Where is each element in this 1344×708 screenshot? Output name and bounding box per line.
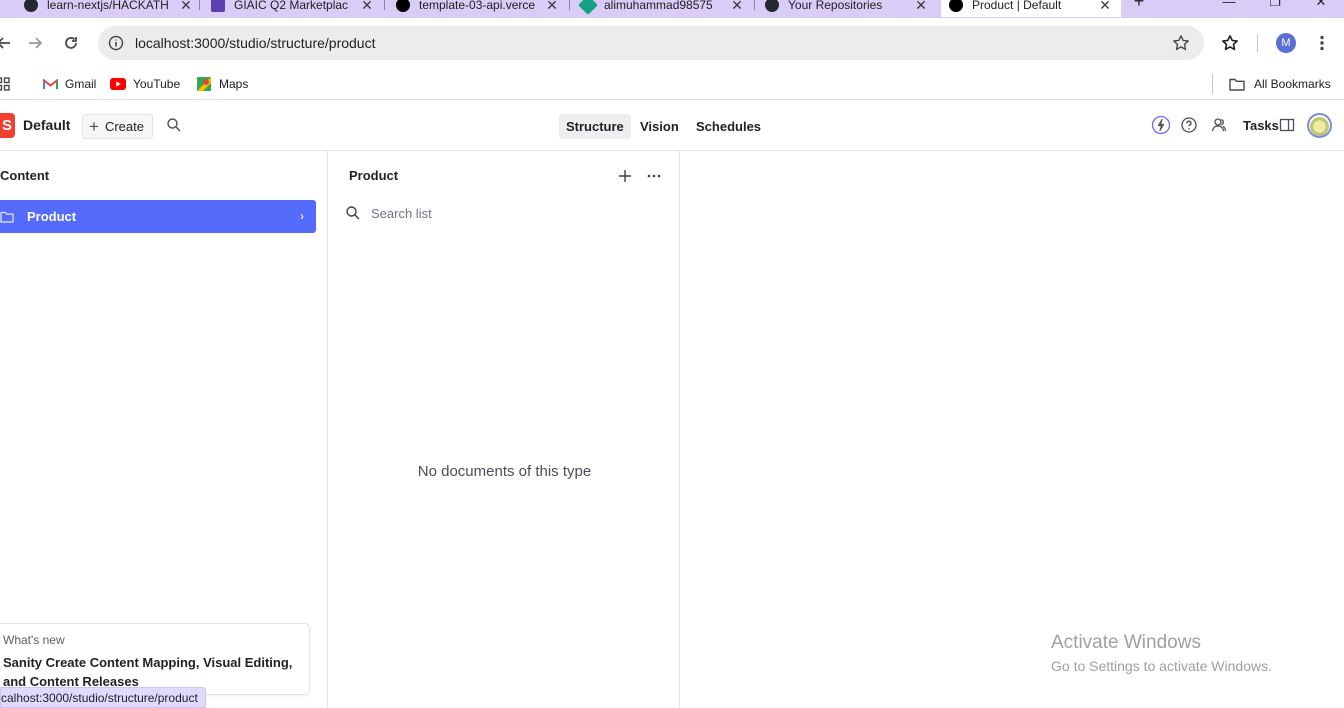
folder-icon <box>0 211 14 223</box>
tasks-button[interactable]: Tasks <box>1243 118 1279 133</box>
close-tab-icon[interactable]: ✕ <box>1097 0 1113 14</box>
content-item-label: Product <box>27 209 77 224</box>
ai-assist-icon[interactable] <box>1151 115 1171 135</box>
gmail-icon <box>42 77 58 91</box>
empty-state-message: No documents of this type <box>417 463 592 480</box>
browser-tab-active[interactable]: Product | Default ✕ <box>941 0 1121 17</box>
menu-kebab-icon[interactable] <box>1310 31 1334 55</box>
close-tab-icon[interactable]: ✕ <box>178 0 194 14</box>
forward-icon[interactable] <box>23 31 47 55</box>
maps-icon <box>196 77 212 91</box>
search-icon[interactable] <box>165 116 183 134</box>
browser-tab[interactable]: template-03-api.verce ✕ <box>396 0 560 17</box>
github-icon <box>24 0 38 12</box>
new-tab-button[interactable]: + <box>1124 0 1154 12</box>
close-tab-icon[interactable]: ✕ <box>544 0 560 14</box>
watermark-line-1: Activate Windows <box>1051 632 1201 653</box>
create-button[interactable]: + Create <box>82 114 153 139</box>
all-bookmarks-button[interactable]: All Bookmarks <box>1229 73 1331 95</box>
whats-new-title: Sanity Create Content Mapping, Visual Ed… <box>3 655 293 689</box>
add-document-icon[interactable] <box>614 165 636 187</box>
tab-divider <box>384 0 385 10</box>
vercel-icon <box>396 0 410 12</box>
window-close-icon[interactable]: ✕ <box>1306 0 1336 10</box>
bookmark-youtube[interactable]: YouTube <box>110 73 180 95</box>
bookmark-gmail[interactable]: Gmail <box>42 73 96 95</box>
search-icon <box>346 206 360 220</box>
activate-windows-watermark: Activate Windows Go to Settings to activ… <box>1051 632 1272 674</box>
tab-title: learn-nextjs/HACKATH <box>47 0 169 12</box>
tool-vision[interactable]: Vision <box>633 114 686 139</box>
status-bar-url: calhost:3000/studio/structure/product <box>0 687 206 708</box>
bookmark-label: Maps <box>219 77 249 91</box>
url-text[interactable]: localhost:3000/studio/structure/product <box>135 35 1172 51</box>
bookmarks-manager-icon[interactable] <box>1218 31 1242 55</box>
workspace-name[interactable]: Default <box>23 117 70 133</box>
profile-avatar[interactable]: M <box>1276 33 1296 53</box>
browser-tab[interactable]: learn-nextjs/HACKATH ✕ <box>24 0 194 17</box>
search-list-placeholder: Search list <box>371 205 432 221</box>
form-icon <box>211 0 225 12</box>
tab-divider <box>199 0 200 10</box>
product-pane-title: Product <box>349 168 399 183</box>
close-tab-icon[interactable]: ✕ <box>913 0 929 14</box>
minimize-icon[interactable]: — <box>1214 0 1244 9</box>
tab-title: alimuhammad98575 <box>604 0 713 12</box>
sidebar-toggle-icon[interactable] <box>1277 115 1297 135</box>
close-tab-icon[interactable]: ✕ <box>729 0 745 14</box>
browser-tab-strip: learn-nextjs/HACKATH ✕ GIAIC Q2 Marketpl… <box>0 0 1344 18</box>
all-bookmarks-label: All Bookmarks <box>1254 77 1331 91</box>
tool-schedules[interactable]: Schedules <box>689 114 768 139</box>
pane-menu-icon[interactable] <box>643 165 665 187</box>
document-pane <box>680 151 1344 708</box>
bookmark-label: YouTube <box>133 77 181 91</box>
bookmark-maps[interactable]: Maps <box>196 73 248 95</box>
back-icon[interactable] <box>0 31 16 55</box>
restore-icon[interactable]: ❐ <box>1260 0 1290 10</box>
site-icon <box>578 0 598 15</box>
reload-icon[interactable] <box>59 31 83 55</box>
tab-title: Product | Default <box>972 0 1062 12</box>
folder-icon <box>1229 77 1245 91</box>
youtube-icon <box>110 77 126 91</box>
browser-tab[interactable]: GIAIC Q2 Marketplac ✕ <box>211 0 375 17</box>
close-tab-icon[interactable]: ✕ <box>359 0 375 14</box>
chevron-right-icon: › <box>300 209 304 223</box>
content-item-product[interactable]: Product › <box>0 200 316 233</box>
bookmarks-divider <box>1212 74 1213 94</box>
site-info-icon[interactable] <box>108 35 124 51</box>
browser-tab[interactable]: alimuhammad98575 ✕ <box>578 0 745 17</box>
github-icon <box>765 0 779 12</box>
tool-structure[interactable]: Structure <box>559 114 631 139</box>
bookmarks-bar: Gmail YouTube Maps All Bookmarks <box>0 68 1344 100</box>
help-icon[interactable] <box>1179 115 1199 135</box>
tab-divider <box>754 0 755 10</box>
tab-title: template-03-api.verce <box>419 0 536 12</box>
create-label: Create <box>104 119 144 134</box>
presence-users-icon[interactable] <box>1209 115 1229 135</box>
tab-title: Your Repositories <box>788 0 883 12</box>
whats-new-label: What's new <box>3 633 65 647</box>
toolbar-divider <box>1257 34 1258 52</box>
apps-grid-icon[interactable] <box>0 73 10 95</box>
studio-navbar: S Default + Create Structure Vision Sche… <box>0 101 1344 151</box>
plus-icon: + <box>89 117 99 136</box>
whats-new-card[interactable]: What's new Sanity Create Content Mapping… <box>0 623 310 695</box>
product-pane: Product Search list No documents of this… <box>329 151 680 708</box>
browser-tab[interactable]: Your Repositories ✕ <box>765 0 929 17</box>
address-bar[interactable]: localhost:3000/studio/structure/product <box>98 26 1204 60</box>
bookmark-label: Gmail <box>65 77 97 91</box>
browser-toolbar: localhost:3000/studio/structure/product … <box>0 18 1344 68</box>
search-list-input[interactable]: Search list <box>339 201 669 225</box>
tab-title: GIAIC Q2 Marketplac <box>234 0 349 12</box>
bookmark-star-icon[interactable] <box>1172 34 1190 52</box>
sanity-logo[interactable]: S <box>0 113 15 138</box>
watermark-line-2: Go to Settings to activate Windows. <box>1051 658 1272 674</box>
content-pane-title: Content <box>0 168 50 183</box>
sanity-tab-icon <box>949 0 963 12</box>
tab-divider <box>569 0 570 10</box>
user-avatar[interactable] <box>1307 113 1332 138</box>
